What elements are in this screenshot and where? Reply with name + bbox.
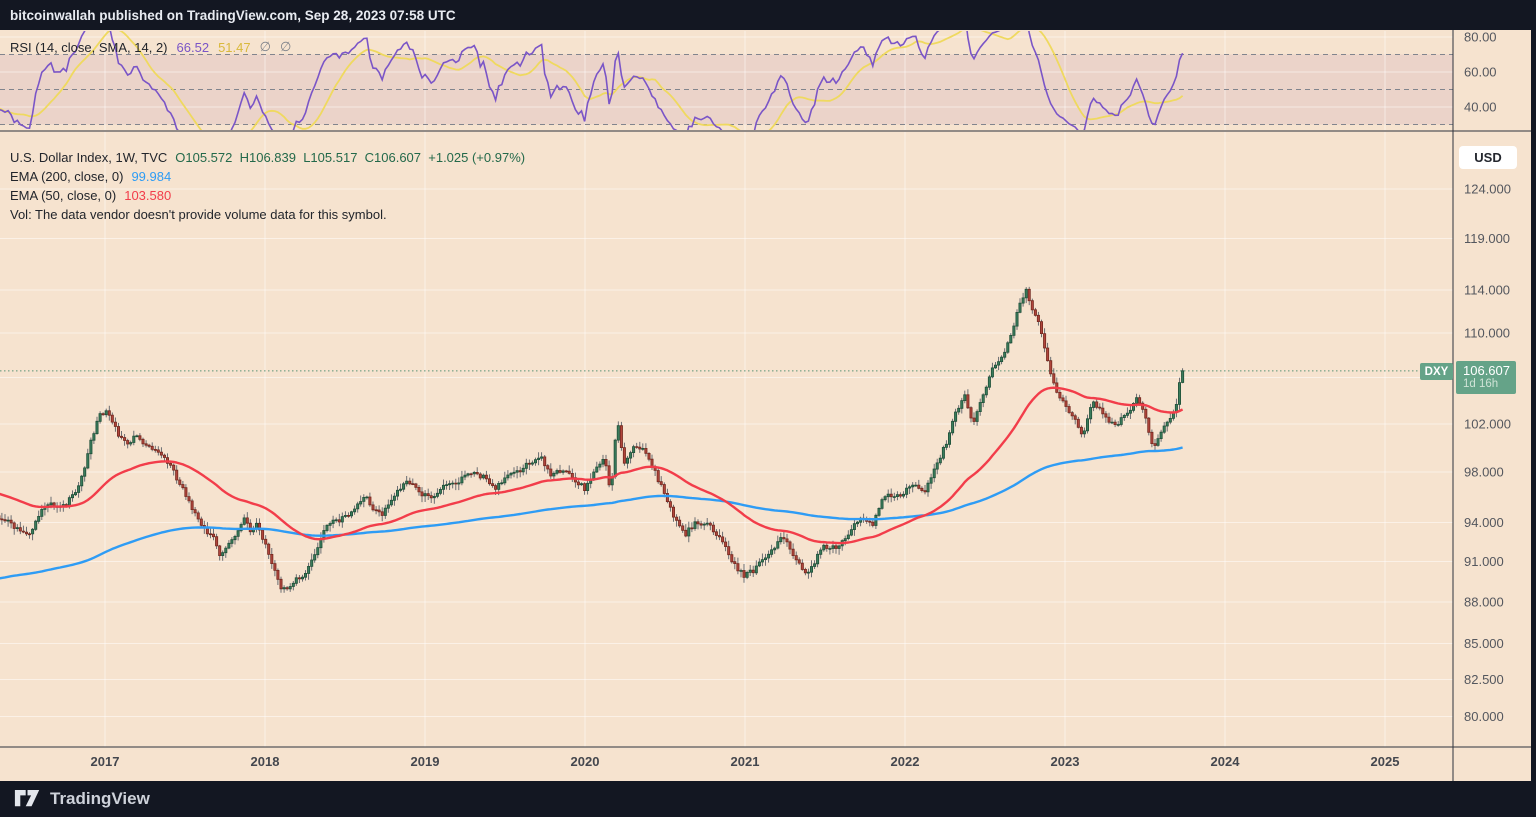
symbol-price-tag: DXY — [1420, 363, 1453, 380]
rsi-tick-label: 40.00 — [1464, 100, 1497, 115]
rsi-legend-label: RSI (14, close, SMA, 14, 2) — [10, 39, 168, 55]
price-tick-label: 91.000 — [1464, 554, 1504, 569]
currency-toggle-button[interactable]: USD — [1459, 146, 1517, 169]
tradingview-logo-icon — [14, 790, 40, 807]
pane-background — [0, 30, 1531, 781]
source-hidden-icon: ∅ — [259, 39, 271, 54]
ohlc-values: O105.572 H106.839 L105.517 C106.607 +1.0… — [175, 150, 526, 165]
chart-canvas[interactable]: 124.000 119.000 114.000 110.000 102.000 98.00… — [0, 0, 1536, 817]
price-tick-label: 88.000 — [1464, 594, 1504, 609]
ema200-value: 99.984 — [131, 169, 172, 184]
year-tick-label: 2024 — [1211, 754, 1241, 769]
current-price-badge: 106.607 1d 16h — [1456, 361, 1516, 394]
price-tick-label: 119.000 — [1464, 231, 1510, 246]
price-tick-label: 102.000 — [1464, 417, 1511, 432]
brand-bar: TradingView — [0, 781, 1536, 817]
symbol-legend: U.S. Dollar Index, 1W, TVC O105.572 H106… — [10, 148, 525, 224]
year-tick-label: 2017 — [91, 754, 120, 769]
bar-countdown: 1d 16h — [1463, 378, 1499, 390]
year-tick-label: 2019 — [411, 754, 440, 769]
price-tick-label: 98.000 — [1464, 465, 1504, 480]
price-tick-label: 124.000 — [1464, 181, 1511, 196]
price-tick-label: 80.000 — [1464, 709, 1504, 724]
price-tick-label: 110.000 — [1464, 326, 1510, 341]
symbol-title: U.S. Dollar Index, 1W, TVC — [10, 150, 168, 165]
brand-name: TradingView — [50, 789, 150, 808]
rsi-sma-value: 51.47 — [218, 39, 251, 55]
rsi-legend: RSI (14, close, SMA, 14, 2) 66.52 51.47 … — [10, 39, 291, 55]
ema50-label: EMA (50, close, 0) — [10, 188, 117, 203]
current-price: 106.607 — [1463, 363, 1510, 378]
year-tick-label: 2022 — [891, 754, 920, 769]
year-tick-label: 2018 — [251, 754, 280, 769]
rsi-tick-label: 60.00 — [1464, 65, 1497, 80]
published-chart-screen: bitcoinwallah published on TradingView.c… — [0, 0, 1536, 817]
rsi-value: 66.52 — [176, 39, 210, 55]
price-tick-label: 82.500 — [1464, 672, 1504, 687]
year-tick-label: 2025 — [1371, 754, 1400, 769]
rsi-tick-label: 80.00 — [1464, 30, 1497, 45]
price-tick-label: 114.000 — [1464, 283, 1510, 298]
year-tick-label: 2020 — [571, 754, 600, 769]
ema200-label: EMA (200, close, 0) — [10, 169, 124, 184]
price-tick-label: 85.000 — [1464, 636, 1504, 651]
volume-note: Vol: The data vendor doesn't provide vol… — [10, 207, 387, 222]
price-tick-label: 94.000 — [1464, 515, 1504, 530]
year-tick-label: 2021 — [731, 754, 760, 769]
year-tick-label: 2023 — [1051, 754, 1080, 769]
ema50-value: 103.580 — [124, 188, 172, 203]
source-hidden-icon: ∅ — [279, 39, 292, 54]
